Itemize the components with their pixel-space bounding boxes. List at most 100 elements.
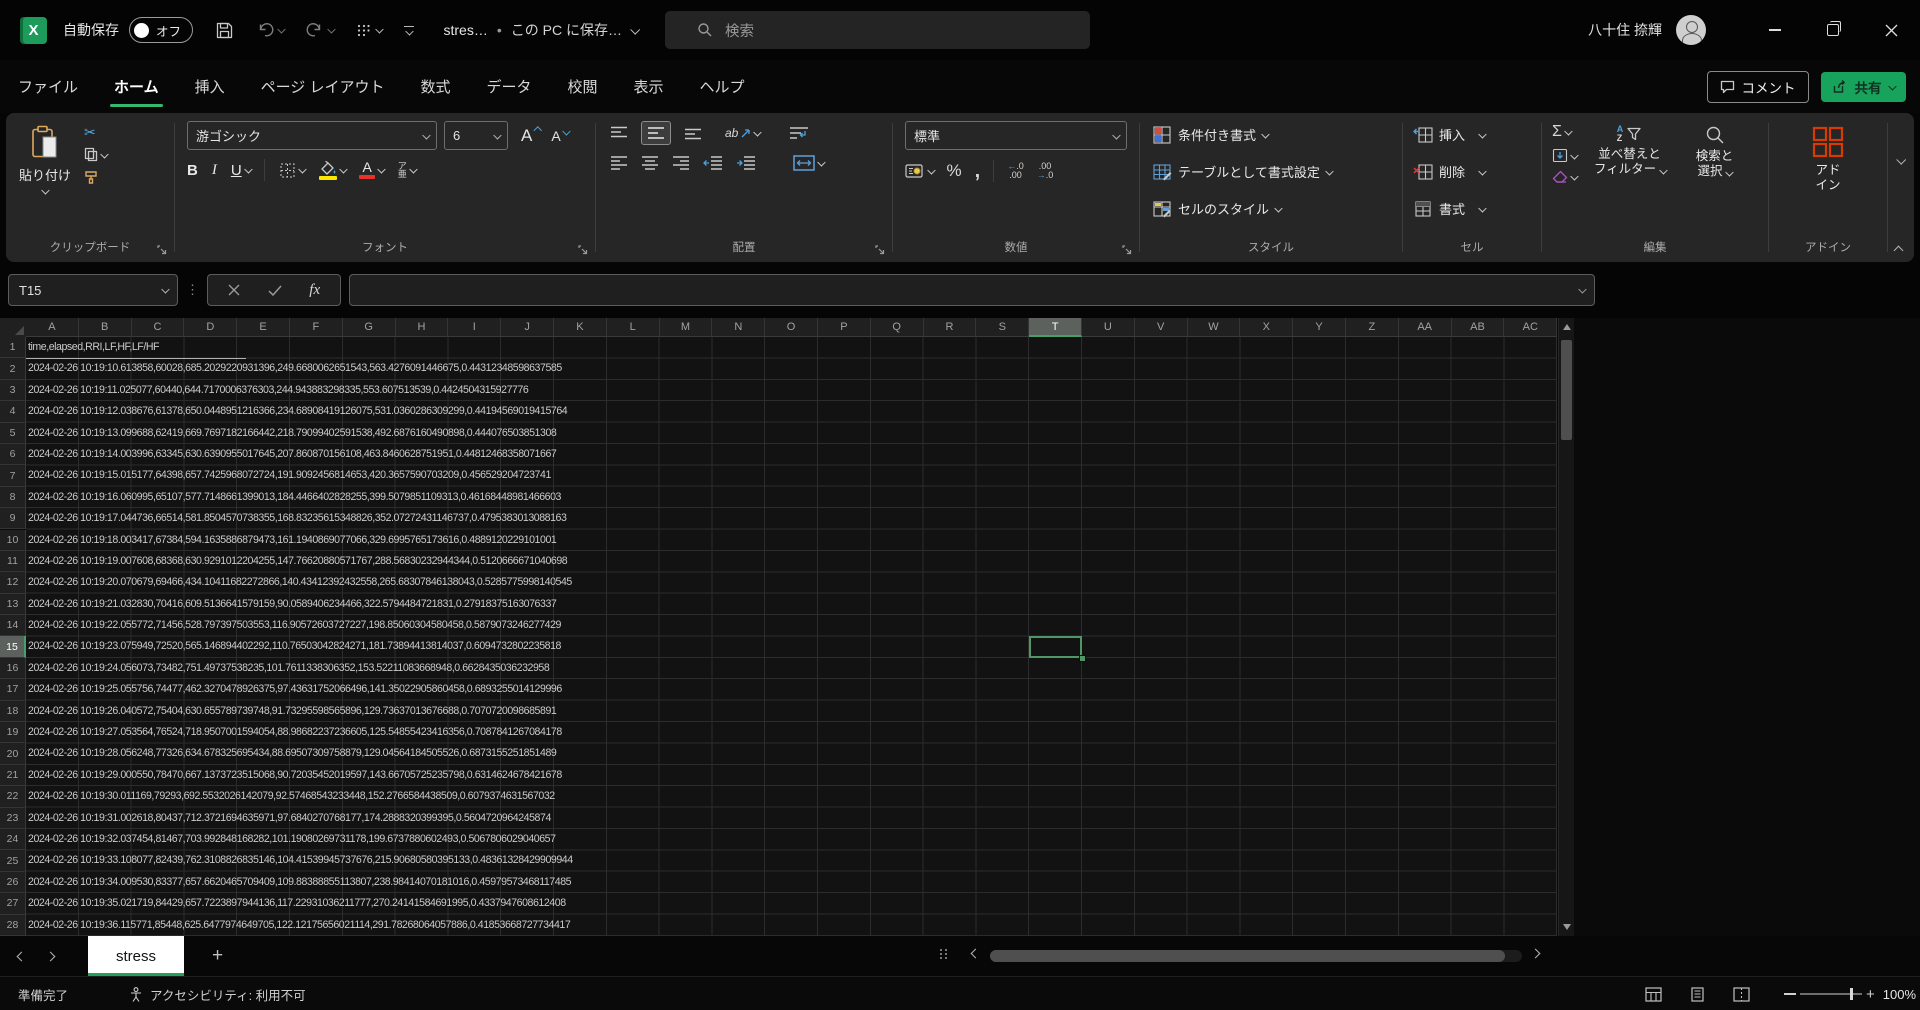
tab-formulas[interactable]: 数式 [418, 70, 452, 103]
row-header-17[interactable]: 17 [0, 679, 26, 700]
minimize-button[interactable] [1746, 0, 1804, 60]
column-header-X[interactable]: X [1240, 318, 1293, 337]
row-header-26[interactable]: 26 [0, 872, 26, 893]
align-right-icon[interactable] [672, 156, 690, 170]
row-header-5[interactable]: 5 [0, 423, 26, 444]
redo-button[interactable] [306, 21, 334, 39]
column-header-N[interactable]: N [712, 318, 765, 337]
number-format-combo[interactable]: 標準 [905, 121, 1127, 150]
page-layout-view-icon[interactable] [1690, 987, 1705, 1002]
row-header-15[interactable]: 15 [0, 636, 26, 657]
vertical-scrollbar[interactable] [1558, 318, 1574, 936]
accounting-format-button[interactable] [905, 163, 934, 179]
tab-review[interactable]: 校閲 [566, 70, 600, 103]
decrease-decimal-button[interactable]: ←←.0.0.00 [1007, 162, 1024, 180]
vscroll-down-icon[interactable] [1559, 918, 1574, 936]
column-header-T[interactable]: T [1029, 318, 1082, 337]
sort-filter-button[interactable]: AZ 並べ替えとフィルター [1587, 121, 1673, 238]
normal-view-icon[interactable] [1645, 987, 1662, 1002]
column-header-K[interactable]: K [554, 318, 607, 337]
cell-styles-button[interactable]: セルのスタイル [1152, 193, 1396, 224]
column-header-J[interactable]: J [501, 318, 554, 337]
insert-function-button[interactable]: fx [309, 282, 320, 299]
tab-home[interactable]: ホーム [112, 70, 161, 103]
share-dropdown-icon[interactable] [1888, 82, 1896, 90]
tab-view[interactable]: 表示 [632, 70, 666, 103]
tab-file[interactable]: ファイル [16, 70, 80, 103]
search-input[interactable]: 検索 [665, 11, 1090, 49]
column-header-AA[interactable]: AA [1399, 318, 1452, 337]
italic-button[interactable]: I [212, 162, 217, 179]
clear-button[interactable] [1552, 170, 1577, 184]
sheet-nav-prev-icon[interactable] [17, 951, 27, 961]
hscroll-right-icon[interactable] [1531, 949, 1541, 959]
row-header-8[interactable]: 8 [0, 487, 26, 508]
row-header-22[interactable]: 22 [0, 786, 26, 807]
increase-indent-icon[interactable] [736, 156, 756, 170]
column-header-I[interactable]: I [448, 318, 501, 337]
bold-button[interactable]: B [187, 162, 198, 179]
column-header-A[interactable]: A [26, 318, 79, 337]
tab-scrollbar-splitter[interactable] [940, 949, 948, 959]
row-header-11[interactable]: 11 [0, 551, 26, 572]
orientation-button[interactable]: ab [725, 126, 760, 140]
delete-cells-button[interactable]: 削除 [1413, 156, 1535, 187]
row-header-9[interactable]: 9 [0, 508, 26, 529]
comments-button[interactable]: コメント [1707, 71, 1809, 103]
avatar[interactable] [1676, 15, 1706, 45]
row-header-21[interactable]: 21 [0, 765, 26, 786]
save-button[interactable] [215, 21, 234, 40]
column-header-G[interactable]: G [343, 318, 396, 337]
decrease-indent-icon[interactable] [703, 156, 723, 170]
tab-insert[interactable]: 挿入 [193, 70, 227, 103]
find-select-button[interactable]: 検索と選択 [1683, 121, 1747, 238]
cut-button[interactable]: ✂ [84, 125, 107, 139]
row-header-28[interactable]: 28 [0, 915, 26, 936]
page-break-view-icon[interactable] [1733, 987, 1750, 1002]
row-header-6[interactable]: 6 [0, 444, 26, 465]
row-header-20[interactable]: 20 [0, 743, 26, 764]
hscroll-left-icon[interactable] [971, 949, 981, 959]
column-header-AB[interactable]: AB [1452, 318, 1505, 337]
document-title[interactable]: stres… • この PC に保存… [444, 20, 638, 40]
row-header-7[interactable]: 7 [0, 465, 26, 486]
row-header-4[interactable]: 4 [0, 401, 26, 422]
add-sheet-button[interactable]: + [212, 945, 223, 967]
conditional-formatting-button[interactable]: 条件付き書式 [1152, 119, 1396, 150]
row-header-24[interactable]: 24 [0, 829, 26, 850]
format-as-table-button[interactable]: テーブルとして書式設定 [1152, 156, 1396, 187]
row-header-25[interactable]: 25 [0, 850, 26, 871]
row-header-13[interactable]: 13 [0, 594, 26, 615]
font-dialog-launcher[interactable] [578, 245, 588, 255]
undo-dropdown-icon[interactable] [278, 25, 286, 33]
align-bottom-icon[interactable] [684, 126, 702, 140]
column-header-Q[interactable]: Q [871, 318, 924, 337]
ribbon-options-chevron-icon[interactable] [1896, 155, 1906, 165]
column-header-M[interactable]: M [660, 318, 713, 337]
row-header-2[interactable]: 2 [0, 358, 26, 379]
tab-data[interactable]: データ [484, 70, 533, 103]
quick-access-grid-icon[interactable] [355, 22, 382, 39]
column-header-R[interactable]: R [924, 318, 977, 337]
font-name-combo[interactable]: 游ゴシック [187, 121, 437, 150]
format-cells-button[interactable]: 書式 [1413, 193, 1535, 224]
fill-button[interactable] [1552, 148, 1577, 163]
copy-button[interactable] [84, 147, 107, 162]
sheet-tab-stress[interactable]: stress [88, 936, 184, 976]
column-header-Y[interactable]: Y [1293, 318, 1346, 337]
number-dialog-launcher[interactable] [1122, 245, 1132, 255]
column-header-W[interactable]: W [1188, 318, 1241, 337]
namebox-grip[interactable]: ⋮ [186, 282, 199, 298]
insert-cells-button[interactable]: 挿入 [1413, 119, 1535, 150]
column-header-Z[interactable]: Z [1346, 318, 1399, 337]
column-header-F[interactable]: F [290, 318, 343, 337]
worksheet-grid[interactable]: ABCDEFGHIJKLMNOPQRSTUVWXYZAAABAC1time,el… [0, 318, 1920, 936]
column-header-C[interactable]: C [132, 318, 185, 337]
sheet-nav-next-icon[interactable] [46, 951, 56, 961]
vertical-scrollbar-thumb[interactable] [1561, 340, 1572, 440]
underline-button[interactable]: U [231, 162, 250, 179]
collapse-ribbon-icon[interactable] [1894, 246, 1904, 256]
addins-button[interactable]: アドイン [1811, 121, 1845, 238]
font-color-button[interactable]: A [359, 161, 384, 179]
undo-button[interactable] [256, 21, 284, 39]
